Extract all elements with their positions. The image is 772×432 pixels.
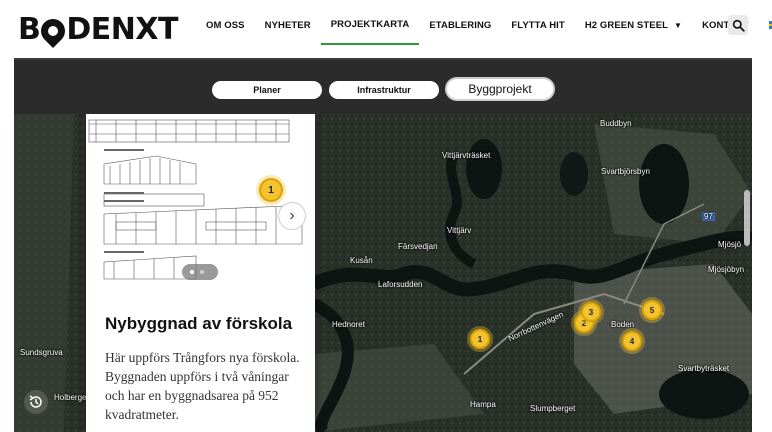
map-label-mjosjobyn: Mjösjöbyn — [708, 265, 745, 274]
nav-item-flytta-hit[interactable]: FLYTTA HIT — [501, 0, 574, 50]
map-label-svartbjorsbyn: Svartbjörsbyn — [601, 167, 650, 176]
map-label-mjosjo: Mjösjö — [718, 240, 742, 249]
map-label-vittjarvtrasket: Vittjärvträsket — [442, 151, 491, 160]
map-label-laforsudden: Laforsudden — [378, 280, 423, 289]
logo-text-end: DENXT — [66, 11, 178, 47]
map-marker[interactable]: 3 — [581, 302, 601, 322]
map-label-svartbytrasket: Svartbyträsket — [678, 364, 730, 373]
tab-byggprojekt[interactable]: Byggprojekt — [445, 77, 555, 101]
slide-dot[interactable] — [200, 270, 204, 274]
logo-pin-icon — [36, 14, 71, 48]
map-label-buddbyn: Buddbyn — [600, 119, 632, 128]
search-icon — [732, 19, 745, 32]
map-label-farsvedjan: Färsvedjan — [398, 242, 438, 251]
project-marker-active[interactable]: 1 — [259, 178, 283, 202]
card-title: Nybyggnad av förskola — [105, 314, 293, 333]
map-marker[interactable]: 5 — [642, 300, 662, 320]
logo-text-start: B — [18, 11, 41, 47]
map-scrollbar[interactable] — [744, 190, 750, 246]
map-label-sundsgruva: Sundsgruva — [20, 348, 63, 357]
map-label-hednoret: Hednoret — [332, 320, 365, 329]
map-label-slumpberget: Slumpberget — [530, 404, 576, 413]
road-sign-97: 97 — [702, 212, 715, 221]
map-marker[interactable]: 1 — [470, 329, 490, 349]
card-description: Här uppförs Trångfors nya förskola. Bygg… — [105, 350, 300, 422]
main-nav: OM OSS NYHETER PROJEKTKARTA ETABLERING F… — [196, 0, 772, 50]
tab-planer[interactable]: Planer — [212, 81, 322, 99]
sweden-flag-icon — [768, 21, 772, 29]
map-label-boden: Boden — [611, 320, 635, 329]
slide-dot-active[interactable] — [190, 270, 194, 274]
history-icon — [29, 395, 42, 408]
map-label-holberget: Holberget — [54, 393, 89, 402]
site-header: B DENXT OM OSS NYHETER PROJEKTKARTA ETABL… — [0, 0, 772, 58]
bodennxt-logo[interactable]: B DENXT — [18, 11, 178, 48]
next-slide-button[interactable]: › — [278, 202, 306, 230]
chevron-down-icon: ▼ — [674, 20, 683, 30]
slide-indicator — [182, 264, 218, 280]
category-tabs: Planer Infrastruktur Byggprojekt — [14, 58, 752, 114]
search-button[interactable] — [728, 15, 748, 35]
tab-infrastruktur[interactable]: Infrastruktur — [329, 81, 439, 99]
map-label-kusan: Kusån — [350, 256, 373, 265]
satellite-map[interactable]: Buddbyn Vittjärvträsket Svartbjörsbyn Fä… — [14, 114, 752, 432]
nav-item-om-oss[interactable]: OM OSS — [196, 0, 255, 50]
nav-item-h2-green-steel[interactable]: H2 GREEN STEEL ▼ — [575, 0, 692, 50]
chevron-right-icon: › — [289, 207, 295, 224]
nav-item-h2-label: H2 GREEN STEEL — [584, 19, 669, 31]
nav-item-nyheter[interactable]: NYHETER — [255, 0, 321, 50]
map-marker[interactable]: 4 — [622, 331, 642, 351]
project-info-card: 1 › Nybyggnad av förskola Här uppförs Tr… — [86, 114, 315, 432]
nav-item-kontakt[interactable]: KONTAKT — [692, 0, 758, 50]
map-label-vittjarv: Vittjärv — [447, 226, 472, 235]
language-selector[interactable]: ▼ — [759, 0, 772, 50]
nav-item-etablering[interactable]: ETABLERING — [419, 0, 501, 50]
map-label-hampa: Hampa — [470, 400, 496, 409]
nav-item-projektkarta[interactable]: PROJEKTKARTA — [320, 5, 420, 45]
history-button[interactable] — [24, 390, 48, 414]
project-map-section: Planer Infrastruktur Byggprojekt Buddbyn… — [14, 58, 752, 432]
